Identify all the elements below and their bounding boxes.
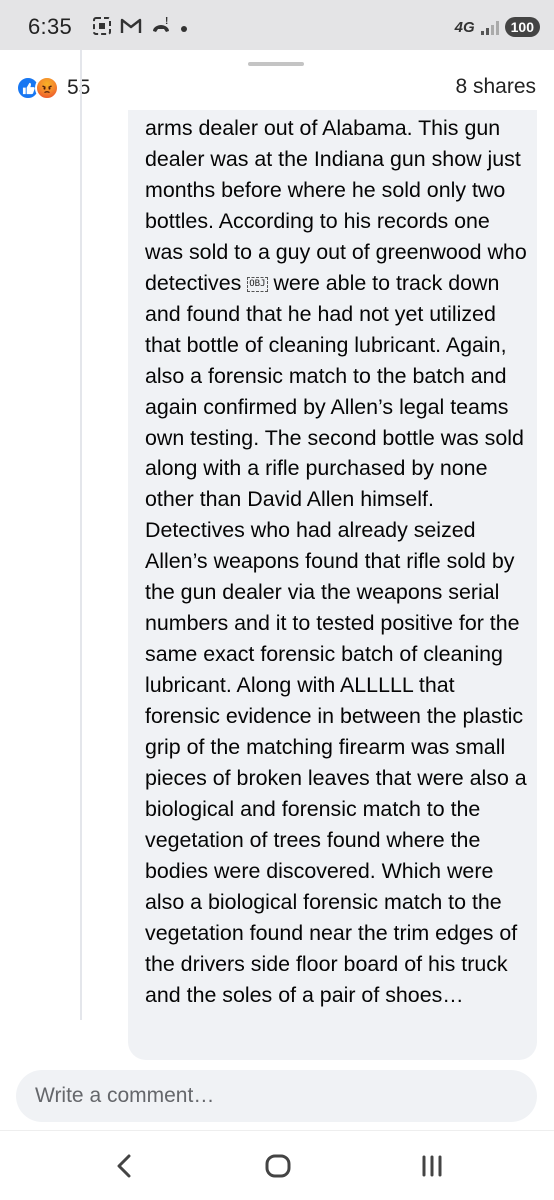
home-button[interactable] (248, 1145, 308, 1187)
comment-input[interactable] (16, 1070, 537, 1122)
missed-call-icon: ! (150, 16, 172, 39)
status-time: 6:35 (28, 14, 73, 39)
notification-icons: ! (92, 15, 188, 39)
svg-text:!: ! (165, 16, 168, 27)
status-bar: 6:35 ! 4G 100 (0, 0, 554, 50)
system-nav-bar (0, 1130, 554, 1200)
reaction-count: 55 (67, 76, 91, 99)
home-icon (265, 1154, 291, 1178)
battery-indicator: 100 (504, 17, 540, 37)
gmail-icon (120, 17, 142, 38)
recents-button[interactable] (402, 1145, 462, 1187)
reply-thread-line (80, 50, 82, 1020)
back-button[interactable] (94, 1145, 154, 1187)
signal-icon (480, 19, 499, 35)
comment-text: arms dealer out of Alabama. This gun dea… (145, 113, 533, 1011)
comment-composer[interactable] (16, 1070, 537, 1122)
back-icon (117, 1154, 131, 1178)
object-replacement-glyph: OBJ (247, 276, 268, 292)
comment-text-part: were able to track down and found that h… (145, 270, 527, 1007)
network-label: 4G (454, 18, 475, 36)
angry-reaction-icon (35, 76, 59, 100)
shares-count[interactable]: 8 shares (455, 75, 536, 99)
sheet-drag-handle[interactable] (248, 62, 304, 66)
status-indicators: 4G 100 (455, 15, 540, 39)
comments-sheet: 55 8 shares arms dealer out of Alabama. … (0, 50, 554, 1130)
recents-icon (422, 1155, 442, 1177)
notification-dot-icon (180, 18, 188, 36)
comment-text-part: arms dealer out of Alabama. This gun dea… (145, 116, 527, 295)
screenshot-icon (92, 16, 112, 39)
